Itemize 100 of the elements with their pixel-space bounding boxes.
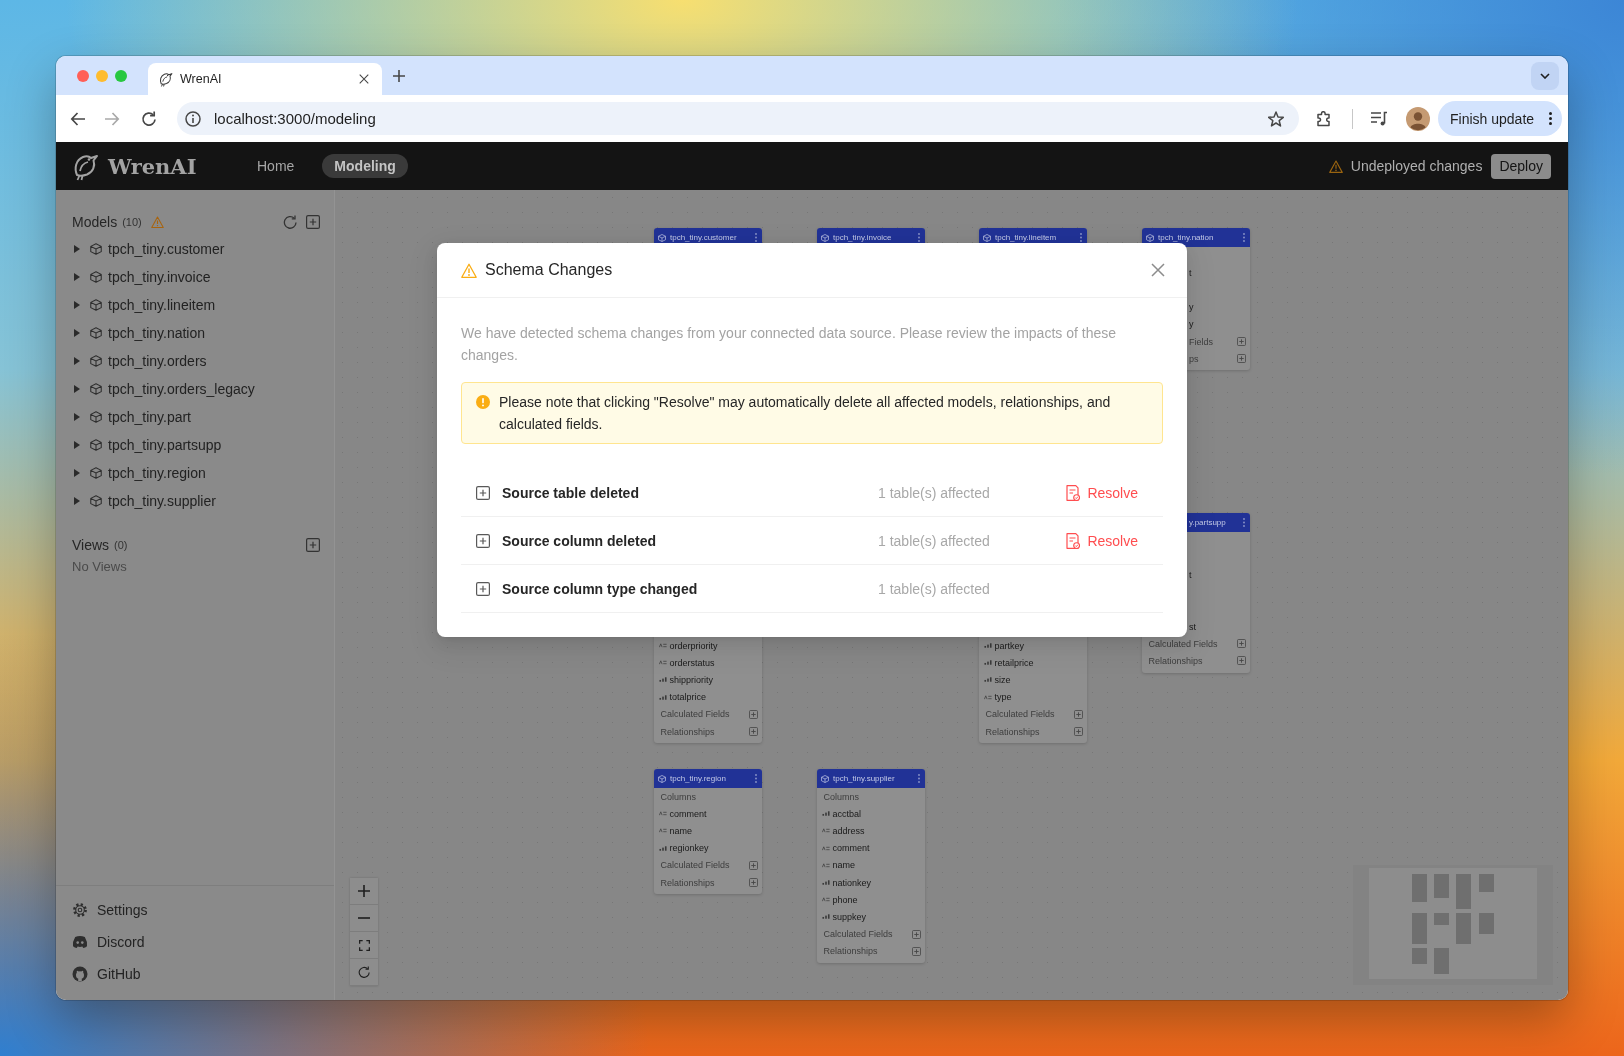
document-icon xyxy=(1066,532,1081,549)
model-tree-item[interactable]: tpch_tiny.orders xyxy=(56,347,334,375)
column-name: y xyxy=(1189,302,1194,313)
github-icon xyxy=(72,966,88,982)
text-type-icon xyxy=(658,828,667,834)
model-tree-item[interactable]: tpch_tiny.orders_legacy xyxy=(56,375,334,403)
cube-icon xyxy=(821,774,829,783)
cube-icon xyxy=(90,495,102,507)
zoom-window-button[interactable] xyxy=(115,69,127,82)
profile-avatar[interactable] xyxy=(1406,106,1430,131)
column-name: t xyxy=(1189,267,1192,278)
section-label: Relationships xyxy=(660,726,715,737)
cube-icon xyxy=(90,299,102,311)
text-type-icon xyxy=(821,828,830,834)
warning-icon xyxy=(1328,159,1343,173)
zoom-out-button[interactable] xyxy=(350,905,378,932)
number-type-icon xyxy=(658,845,667,851)
change-label: Source column deleted xyxy=(502,532,658,549)
reset-view-button[interactable] xyxy=(350,959,378,986)
column-name: totalprice xyxy=(669,692,707,703)
document-icon xyxy=(1066,484,1081,501)
refresh-icon[interactable] xyxy=(283,214,297,229)
minimap-node xyxy=(1434,913,1449,925)
resolve-button[interactable]: Resolve xyxy=(1051,480,1153,505)
column-name: name xyxy=(669,825,692,836)
text-type-icon xyxy=(658,811,667,817)
minimap-node xyxy=(1412,913,1427,944)
minimap-node xyxy=(1479,874,1494,892)
number-type-icon xyxy=(821,811,830,817)
finish-update-button[interactable]: Finish update xyxy=(1438,101,1562,136)
music-queue-icon xyxy=(1371,111,1387,126)
cube-icon xyxy=(90,467,102,479)
model-count: (10) xyxy=(122,215,142,228)
dialog-description: We have detected schema changes from your connected data source. Please review the impacts of these changes. xyxy=(461,324,1117,365)
fit-view-icon xyxy=(358,939,370,951)
minimap-node xyxy=(1479,913,1494,934)
column-name: y xyxy=(1189,319,1194,330)
number-type-icon xyxy=(821,914,830,920)
section-label: Calculated Fields xyxy=(1148,638,1218,649)
section-label: Calculated Fields xyxy=(985,709,1055,720)
close-window-button[interactable] xyxy=(77,69,89,82)
github-link[interactable]: GitHub xyxy=(56,958,334,990)
affected-count: 1 table(s) affected xyxy=(878,580,991,597)
section-label: ps xyxy=(1189,353,1199,364)
model-tree-item[interactable]: tpch_tiny.supplier xyxy=(56,487,334,515)
nav-tab[interactable]: Modeling xyxy=(322,154,408,178)
plus-square-icon[interactable] xyxy=(476,581,490,596)
discord-link[interactable]: Discord xyxy=(56,926,334,958)
section-label: Relationships xyxy=(660,877,715,888)
chevron-down-icon xyxy=(1540,72,1550,79)
model-tree-item[interactable]: tpch_tiny.nation xyxy=(56,319,334,347)
gear-icon xyxy=(72,902,88,918)
plus-square-icon[interactable] xyxy=(306,537,320,552)
minimap-node xyxy=(1412,874,1427,902)
minus-icon xyxy=(358,917,370,919)
model-tree-item[interactable]: tpch_tiny.partsupp xyxy=(56,431,334,459)
column-name: comment xyxy=(669,808,707,819)
column-name: regionkey xyxy=(669,843,709,854)
column-name: retailprice xyxy=(994,657,1034,668)
node-title: y.partsupp xyxy=(1189,518,1226,527)
reload-icon xyxy=(141,110,157,127)
arrow-right-icon xyxy=(104,110,120,127)
table-node[interactable]: tpch_tiny.supplier Columns acctbal address comment name nationkey phone suppkey Calculated Fields Relationships xyxy=(817,769,925,963)
text-type-icon xyxy=(658,643,667,649)
model-tree-item[interactable]: tpch_tiny.invoice xyxy=(56,263,334,291)
tab-list-button[interactable] xyxy=(1531,61,1559,90)
bird-icon xyxy=(158,71,174,87)
plus-square-icon[interactable] xyxy=(306,214,320,229)
section-label: Fields xyxy=(1189,336,1213,347)
number-type-icon xyxy=(983,660,992,666)
table-node[interactable]: tpch_tiny.region Columns comment name regionkey Calculated Fields Relationships xyxy=(654,769,762,895)
fit-view-button[interactable] xyxy=(350,932,378,959)
model-tree-item[interactable]: tpch_tiny.lineitem xyxy=(56,291,334,319)
settings-link[interactable]: Settings xyxy=(56,894,334,926)
cube-icon xyxy=(90,355,102,367)
zoom-in-button[interactable] xyxy=(350,878,378,905)
cube-icon xyxy=(821,233,829,242)
number-type-icon xyxy=(821,880,830,886)
cube-icon xyxy=(90,411,102,423)
column-name: address xyxy=(832,825,865,836)
column-name: nationkey xyxy=(832,877,872,888)
close-tab-button[interactable] xyxy=(359,74,369,84)
nav-tab[interactable]: Home xyxy=(245,154,307,178)
section-label: Calculated Fields xyxy=(660,860,730,871)
minimap-node xyxy=(1412,948,1427,964)
model-tree-item[interactable]: tpch_tiny.region xyxy=(56,459,334,487)
plus-square-icon[interactable] xyxy=(476,533,490,548)
plus-square-icon[interactable] xyxy=(476,485,490,500)
deploy-button[interactable]: Deploy xyxy=(1491,153,1551,179)
minimap-node xyxy=(1434,948,1449,974)
cube-icon xyxy=(90,271,102,283)
model-tree-item[interactable]: tpch_tiny.part xyxy=(56,403,334,431)
minimap-node xyxy=(1434,874,1449,898)
text-type-icon xyxy=(821,897,830,903)
address-bar[interactable]: localhost:3000/modeling xyxy=(177,102,1299,135)
model-tree-item[interactable]: tpch_tiny.customer xyxy=(56,235,334,263)
section-label: Relationships xyxy=(985,726,1040,737)
node-title: tpch_tiny.nation xyxy=(1158,233,1214,242)
browser-tab[interactable]: WrenAI xyxy=(148,63,382,95)
node-title: tpch_tiny.customer xyxy=(670,233,737,242)
